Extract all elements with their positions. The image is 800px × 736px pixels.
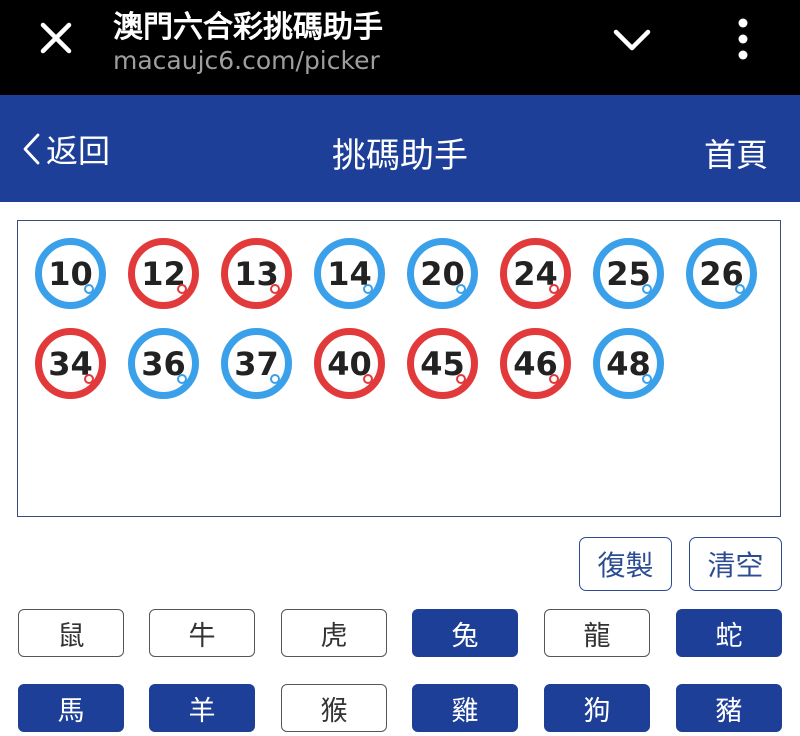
zodiac-button[interactable]: 鼠 bbox=[18, 609, 124, 657]
more-options-icon[interactable] bbox=[728, 16, 758, 62]
number-ball[interactable]: 48 bbox=[593, 328, 664, 399]
browser-page-title: 澳門六合彩挑碼助手 bbox=[113, 10, 383, 45]
number-ball-label: 37 bbox=[234, 344, 279, 383]
number-ball-label: 40 bbox=[327, 344, 372, 383]
zodiac-button[interactable]: 猴 bbox=[281, 684, 387, 732]
zodiac-button[interactable]: 雞 bbox=[412, 684, 518, 732]
zodiac-button[interactable]: 狗 bbox=[544, 684, 650, 732]
number-ball[interactable]: 46 bbox=[500, 328, 571, 399]
number-ball-label: 36 bbox=[141, 344, 186, 383]
zodiac-button[interactable]: 豬 bbox=[676, 684, 782, 732]
number-ball[interactable]: 37 bbox=[221, 328, 292, 399]
number-ball-label: 14 bbox=[327, 254, 372, 293]
zodiac-button[interactable]: 龍 bbox=[544, 609, 650, 657]
number-ball-label: 45 bbox=[420, 344, 465, 383]
number-ball-label: 46 bbox=[513, 344, 558, 383]
copy-button[interactable]: 復製 bbox=[579, 537, 672, 591]
back-button[interactable]: 返回 bbox=[20, 129, 111, 170]
number-ball-label: 20 bbox=[420, 254, 465, 293]
page-title: 挑碼助手 bbox=[332, 136, 468, 176]
browser-toolbar: 澳門六合彩挑碼助手 macaujc6.com/picker bbox=[0, 0, 800, 95]
app-header: 返回 挑碼助手 首頁 bbox=[0, 95, 800, 202]
number-ball[interactable]: 20 bbox=[407, 238, 478, 309]
zodiac-button[interactable]: 羊 bbox=[149, 684, 255, 732]
clear-button[interactable]: 清空 bbox=[689, 537, 782, 591]
zodiac-button[interactable]: 牛 bbox=[149, 609, 255, 657]
number-ball[interactable]: 36 bbox=[128, 328, 199, 399]
number-ball[interactable]: 24 bbox=[500, 238, 571, 309]
number-ball-label: 13 bbox=[234, 254, 279, 293]
number-ball-label: 25 bbox=[606, 254, 651, 293]
number-ball[interactable]: 26 bbox=[686, 238, 757, 309]
number-ball-list: 10 12 13 14 20 24 25 26 34 36 37 40 45 46 48 bbox=[35, 238, 775, 399]
number-ball[interactable]: 10 bbox=[35, 238, 106, 309]
number-ball-label: 10 bbox=[48, 254, 93, 293]
number-ball[interactable]: 14 bbox=[314, 238, 385, 309]
number-ball[interactable]: 12 bbox=[128, 238, 199, 309]
number-ball[interactable]: 25 bbox=[593, 238, 664, 309]
home-link[interactable]: 首頁 bbox=[704, 130, 768, 176]
number-ball-label: 48 bbox=[606, 344, 651, 383]
chevron-left-icon bbox=[23, 133, 40, 165]
close-icon[interactable] bbox=[36, 18, 76, 58]
selected-numbers-panel: 10 12 13 14 20 24 25 26 34 36 37 40 45 46 48 bbox=[17, 220, 781, 517]
number-ball[interactable]: 45 bbox=[407, 328, 478, 399]
number-ball-label: 24 bbox=[513, 254, 558, 293]
number-ball[interactable]: 13 bbox=[221, 238, 292, 309]
back-label: 返回 bbox=[46, 132, 111, 170]
zodiac-button[interactable]: 蛇 bbox=[676, 609, 782, 657]
number-ball-label: 34 bbox=[48, 344, 93, 383]
zodiac-button[interactable]: 虎 bbox=[281, 609, 387, 657]
zodiac-button[interactable]: 馬 bbox=[18, 684, 124, 732]
number-ball-label: 26 bbox=[699, 254, 744, 293]
number-ball-label: 12 bbox=[141, 254, 186, 293]
browser-url[interactable]: macaujc6.com/picker bbox=[113, 46, 380, 75]
zodiac-button[interactable]: 兔 bbox=[412, 609, 518, 657]
chevron-down-icon[interactable] bbox=[610, 22, 654, 58]
number-ball[interactable]: 40 bbox=[314, 328, 385, 399]
number-ball[interactable]: 34 bbox=[35, 328, 106, 399]
